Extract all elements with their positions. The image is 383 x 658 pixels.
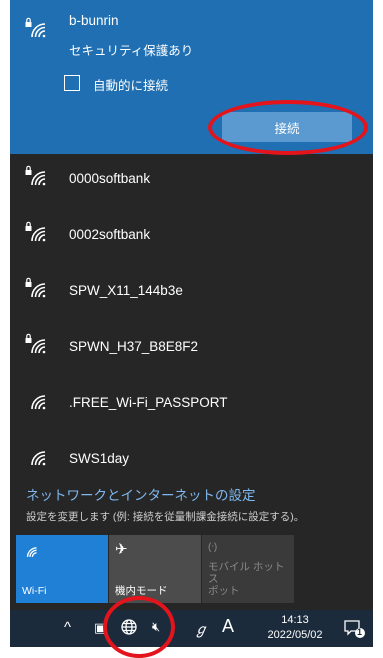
network-list-item[interactable]: 0000softbank	[10, 154, 373, 210]
network-settings-description: 設定を変更します (例: 接続を従量制課金接続に設定する)。	[26, 511, 305, 523]
network-list-item[interactable]: SWS1day	[10, 434, 373, 490]
network-name: SPWN_H37_B8E8F2	[69, 339, 199, 354]
wifi-secured-icon	[24, 276, 50, 298]
taskbar: ^ ▣ 🔇︎ ℊ A 14:13 2022/05/02 1	[10, 610, 373, 647]
hotspot-icon: (ᐧ)	[208, 542, 218, 553]
network-list-item[interactable]: SPW_X11_144b3e	[10, 266, 373, 322]
hotspot-tile-label: モバイル ホットス ポット	[208, 561, 285, 597]
airplane-mode-tile[interactable]: ✈ 機内モード	[109, 535, 201, 603]
wifi-toggle-tile[interactable]: Wi-Fi	[16, 535, 108, 603]
network-settings-link[interactable]: ネットワークとインターネットの設定	[26, 484, 256, 504]
auto-connect-checkbox[interactable]	[64, 75, 80, 91]
notification-count-badge: 1	[357, 627, 363, 637]
clock-time: 14:13	[281, 614, 309, 626]
wifi-secured-icon	[24, 164, 50, 186]
pen-ink-icon[interactable]: ℊ	[194, 619, 208, 639]
network-name: 0002softbank	[69, 227, 151, 242]
network-list-item[interactable]: .FREE_Wi-Fi_PASSPORT	[10, 378, 373, 434]
wifi-tile-label: Wi-Fi	[22, 585, 47, 597]
network-name: .FREE_Wi-Fi_PASSPORT	[69, 395, 228, 410]
notification-center-icon[interactable]: 1	[343, 619, 365, 644]
selected-network-name: b-bunrin	[69, 13, 119, 28]
network-name: SPW_X11_144b3e	[69, 283, 183, 298]
network-globe-icon[interactable]	[120, 618, 138, 641]
network-name: SWS1day	[69, 451, 130, 466]
airplane-icon: ✈	[115, 541, 128, 558]
wifi-secured-icon	[24, 16, 50, 38]
clock-date: 2022/05/02	[267, 629, 323, 641]
wifi-icon	[22, 542, 40, 563]
volume-muted-icon[interactable]: 🔇︎	[152, 619, 160, 635]
network-flyout: b-bunrin セキュリティ保護あり 自動的に接続 接続 0000softba…	[10, 0, 373, 610]
network-list-item[interactable]: SPWN_H37_B8E8F2	[10, 322, 373, 378]
selected-network-panel[interactable]: b-bunrin セキュリティ保護あり 自動的に接続 接続	[10, 0, 373, 154]
wifi-icon	[24, 388, 50, 410]
network-name: 0000softbank	[69, 171, 151, 186]
connect-button[interactable]: 接続	[222, 112, 352, 142]
network-list-item[interactable]: 0002softbank	[10, 210, 373, 266]
ime-mode-indicator[interactable]: A	[222, 616, 234, 637]
tray-app-icon[interactable]: ▣	[94, 620, 106, 636]
selected-network-status: セキュリティ保護あり	[69, 44, 194, 58]
wifi-secured-icon	[24, 332, 50, 354]
wifi-secured-icon	[24, 220, 50, 242]
auto-connect-label: 自動的に接続	[93, 79, 169, 93]
wifi-icon	[24, 444, 50, 466]
airplane-tile-label: 機内モード	[115, 585, 168, 597]
clock[interactable]: 14:13 2022/05/02	[260, 613, 330, 643]
mobile-hotspot-tile[interactable]: (ᐧ) モバイル ホットス ポット	[202, 535, 294, 603]
show-hidden-icons-chevron[interactable]: ^	[64, 619, 71, 636]
